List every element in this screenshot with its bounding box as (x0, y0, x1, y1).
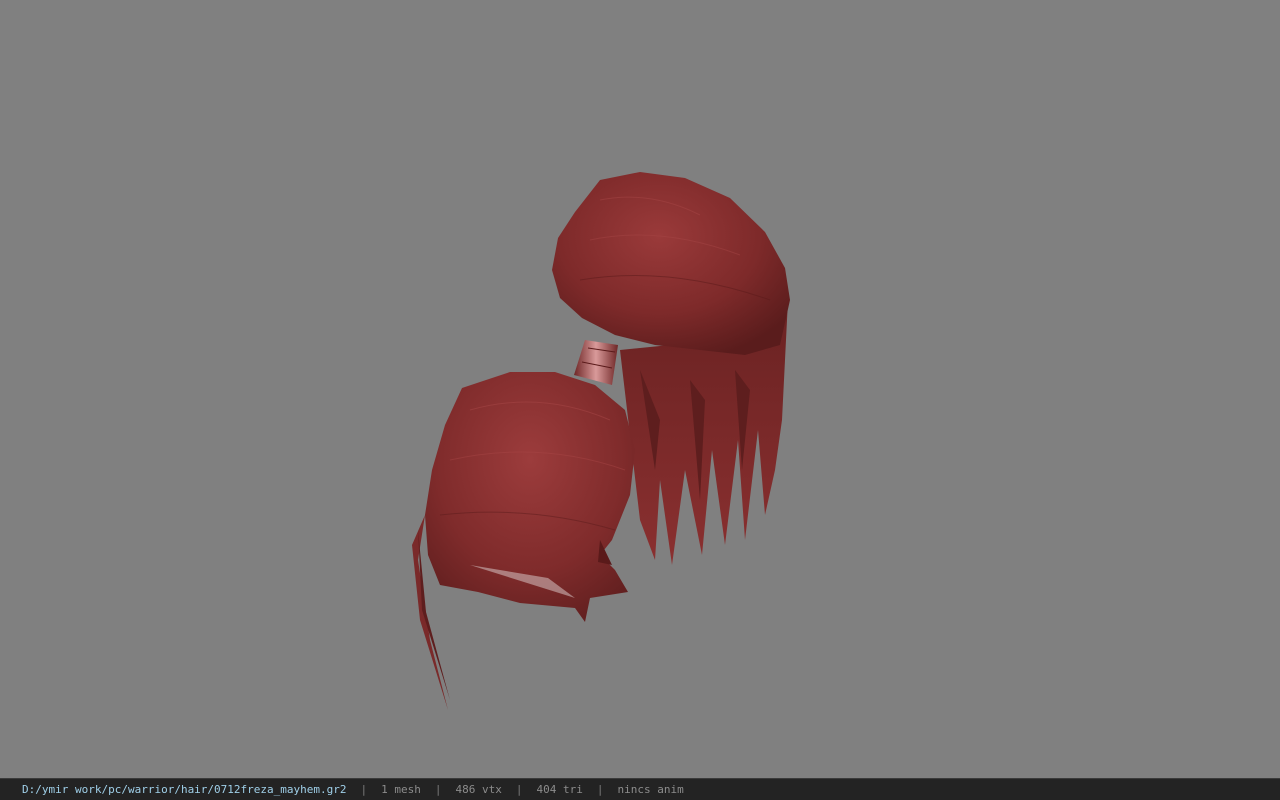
file-path: D:/ymir work/pc/warrior/hair/0712freza_m… (22, 783, 347, 796)
3d-viewport[interactable] (0, 0, 1280, 778)
separator: | (434, 783, 442, 796)
triangle-count: 404 tri (536, 783, 583, 796)
status-bar: D:/ymir work/pc/warrior/hair/0712freza_m… (0, 778, 1280, 800)
vertex-count: 486 vtx (455, 783, 502, 796)
hair-tie (574, 340, 618, 385)
mesh-count: 1 mesh (381, 783, 421, 796)
separator: | (515, 783, 523, 796)
hair-model-render (412, 172, 790, 710)
hair-top-bun (552, 172, 790, 355)
separator: | (360, 783, 368, 796)
separator: | (596, 783, 604, 796)
hair-bottom-bun (425, 372, 635, 622)
animation-status: nincs anim (617, 783, 684, 796)
